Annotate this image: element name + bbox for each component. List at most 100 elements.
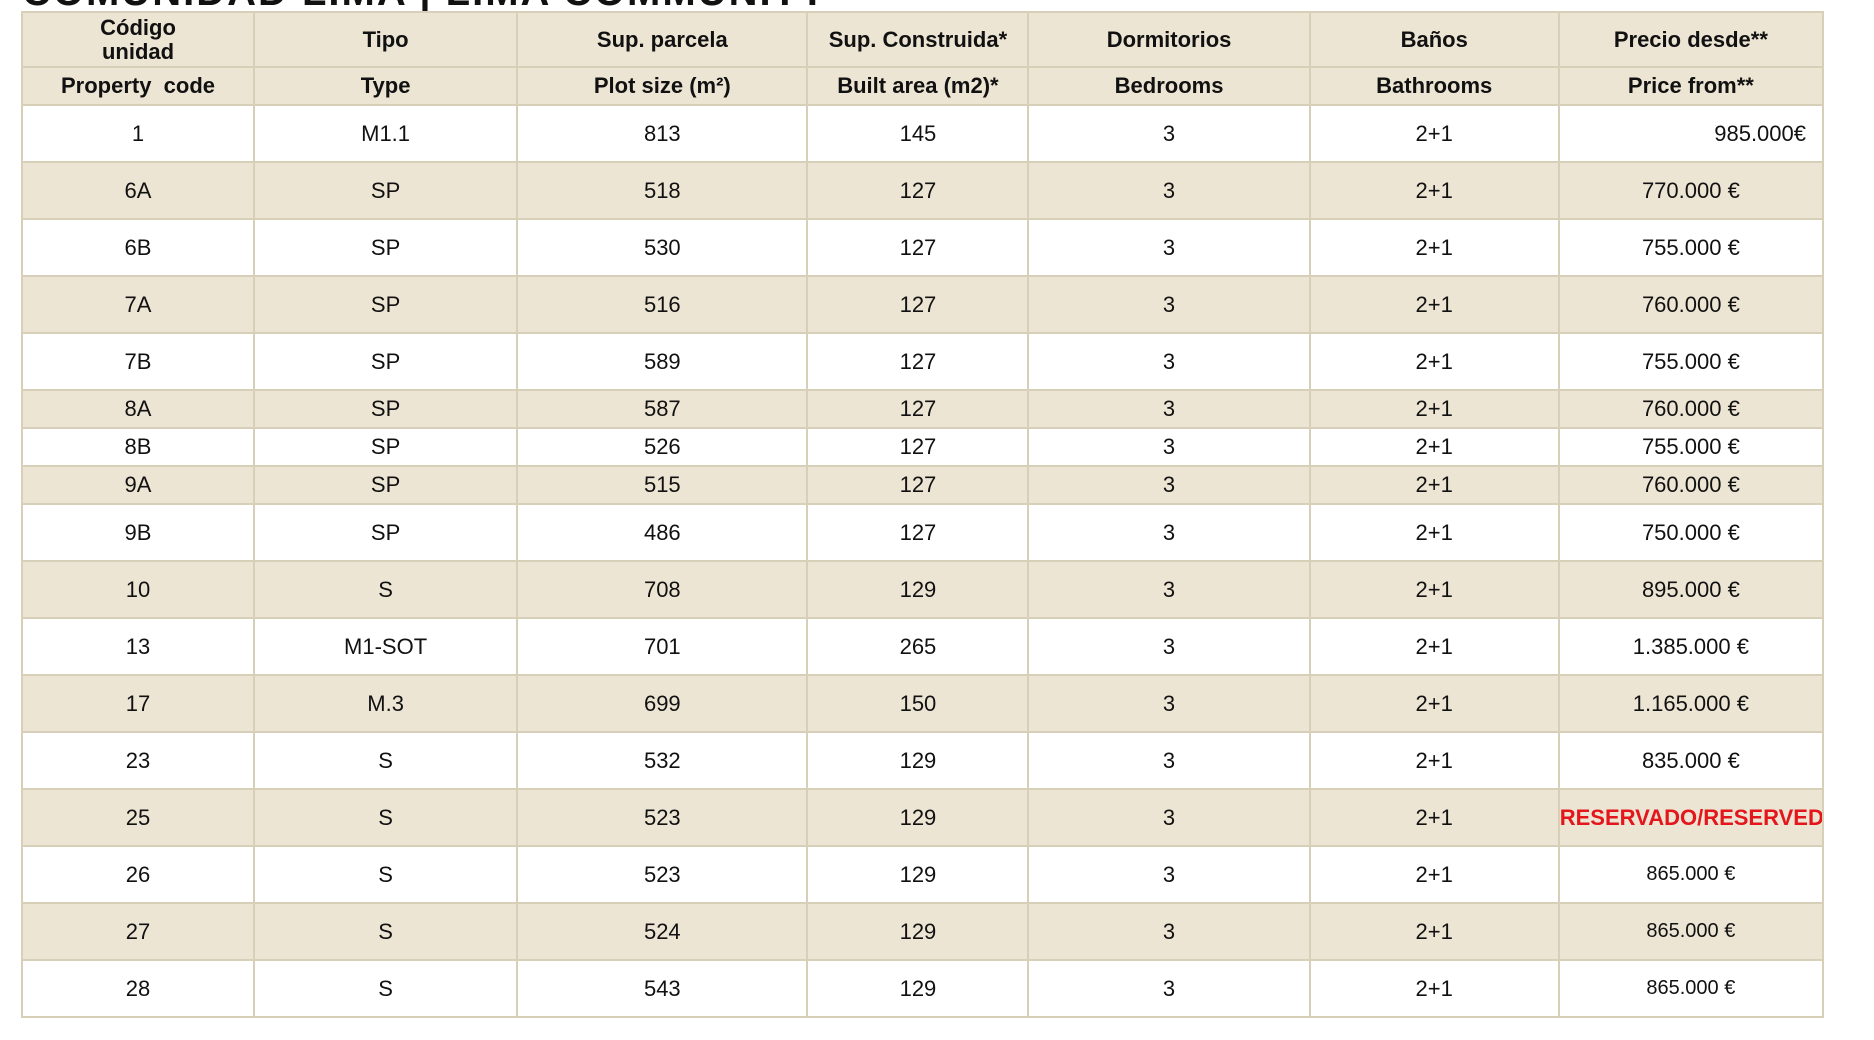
header-type-es: Tipo xyxy=(253,11,519,68)
cell-bedrooms: 3 xyxy=(1027,104,1311,163)
table-row: 1 M1.1 813 145 3 2+1 985.000€ xyxy=(20,104,1825,163)
cell-bathrooms: 2+1 xyxy=(1308,104,1560,163)
cell-type: SP xyxy=(253,503,519,562)
cell-plot-size: 516 xyxy=(516,275,809,334)
cell-plot-size: 486 xyxy=(516,503,809,562)
table-row: 23 S 532 129 3 2+1 835.000 € xyxy=(20,731,1825,790)
cell-built-area: 127 xyxy=(806,389,1030,429)
cell-built-area: 127 xyxy=(806,503,1030,562)
cell-bathrooms: 2+1 xyxy=(1308,788,1560,847)
cell-code: 1 xyxy=(20,104,256,163)
cell-price: 865.000 € xyxy=(1557,959,1825,1018)
table-row: 26 S 523 129 3 2+1 865.000 € xyxy=(20,845,1825,904)
cell-bedrooms: 3 xyxy=(1027,161,1311,220)
table-row: 8A SP 587 127 3 2+1 760.000 € xyxy=(20,389,1825,429)
cell-built-area: 129 xyxy=(806,560,1030,619)
cell-bathrooms: 2+1 xyxy=(1308,389,1560,429)
cell-type: S xyxy=(253,959,519,1018)
cell-built-area: 129 xyxy=(806,845,1030,904)
cell-bedrooms: 3 xyxy=(1027,959,1311,1018)
header-price-en: Price from** xyxy=(1557,66,1825,106)
units-table: Código unidad Tipo Sup. parcela Sup. Con… xyxy=(20,11,1825,1018)
cell-plot-size: 526 xyxy=(516,427,809,467)
cell-built-area: 127 xyxy=(806,332,1030,391)
cell-code: 17 xyxy=(20,674,256,733)
table-row: 13 M1-SOT 701 265 3 2+1 1.385.000 € xyxy=(20,617,1825,676)
cell-bedrooms: 3 xyxy=(1027,389,1311,429)
cell-type: SP xyxy=(253,465,519,505)
cell-plot-size: 532 xyxy=(516,731,809,790)
cell-price: 985.000€ xyxy=(1557,104,1825,163)
cell-bedrooms: 3 xyxy=(1027,617,1311,676)
table-row: 17 M.3 699 150 3 2+1 1.165.000 € xyxy=(20,674,1825,733)
header-built-es: Sup. Construida* xyxy=(806,11,1030,68)
header-bedrooms-es: Dormitorios xyxy=(1027,11,1311,68)
cell-bedrooms: 3 xyxy=(1027,503,1311,562)
cell-built-area: 150 xyxy=(806,674,1030,733)
cell-price: 1.385.000 € xyxy=(1557,617,1825,676)
cell-bathrooms: 2+1 xyxy=(1308,959,1560,1018)
cell-built-area: 127 xyxy=(806,427,1030,467)
table-row: 9A SP 515 127 3 2+1 760.000 € xyxy=(20,465,1825,505)
cell-code: 7B xyxy=(20,332,256,391)
cell-bedrooms: 3 xyxy=(1027,218,1311,277)
table-row: 7B SP 589 127 3 2+1 755.000 € xyxy=(20,332,1825,391)
header-bathrooms-en: Bathrooms xyxy=(1308,66,1560,106)
cell-bathrooms: 2+1 xyxy=(1308,332,1560,391)
cell-built-area: 127 xyxy=(806,465,1030,505)
cell-bedrooms: 3 xyxy=(1027,902,1311,961)
cell-bathrooms: 2+1 xyxy=(1308,902,1560,961)
cell-built-area: 129 xyxy=(806,731,1030,790)
cell-price: 755.000 € xyxy=(1557,332,1825,391)
cell-type: S xyxy=(253,731,519,790)
cell-type: M1.1 xyxy=(253,104,519,163)
cell-code: 28 xyxy=(20,959,256,1018)
cell-plot-size: 518 xyxy=(516,161,809,220)
cell-bathrooms: 2+1 xyxy=(1308,503,1560,562)
cell-bathrooms: 2+1 xyxy=(1308,674,1560,733)
cell-built-area: 127 xyxy=(806,218,1030,277)
cell-price: 835.000 € xyxy=(1557,731,1825,790)
table-row: 8B SP 526 127 3 2+1 755.000 € xyxy=(20,427,1825,467)
cell-type: SP xyxy=(253,427,519,467)
cell-bedrooms: 3 xyxy=(1027,275,1311,334)
header-row-spanish: Código unidad Tipo Sup. parcela Sup. Con… xyxy=(20,11,1825,68)
cell-code: 27 xyxy=(20,902,256,961)
cell-plot-size: 523 xyxy=(516,788,809,847)
header-row-english: Property code Type Plot size (m²) Built … xyxy=(20,66,1825,106)
cell-built-area: 145 xyxy=(806,104,1030,163)
cell-built-area: 265 xyxy=(806,617,1030,676)
header-plot-es: Sup. parcela xyxy=(516,11,809,68)
cell-price-reserved: RESERVADO/RESERVED xyxy=(1557,788,1825,847)
cell-type: S xyxy=(253,788,519,847)
cell-bathrooms: 2+1 xyxy=(1308,465,1560,505)
cell-bathrooms: 2+1 xyxy=(1308,427,1560,467)
table-row: 9B SP 486 127 3 2+1 750.000 € xyxy=(20,503,1825,562)
cell-code: 23 xyxy=(20,731,256,790)
cell-type: SP xyxy=(253,161,519,220)
cell-bedrooms: 3 xyxy=(1027,560,1311,619)
table-row: 6A SP 518 127 3 2+1 770.000 € xyxy=(20,161,1825,220)
cell-plot-size: 589 xyxy=(516,332,809,391)
table-row: 28 S 543 129 3 2+1 865.000 € xyxy=(20,959,1825,1018)
price-list-page: COMUNIDAD LIMA | LIMA COMMUNITY Código u… xyxy=(0,0,1874,1040)
header-bathrooms-es: Baños xyxy=(1308,11,1560,68)
header-plot-en: Plot size (m²) xyxy=(516,66,809,106)
cell-plot-size: 708 xyxy=(516,560,809,619)
cell-code: 8A xyxy=(20,389,256,429)
header-code-es: Código unidad xyxy=(20,11,256,68)
header-bedrooms-en: Bedrooms xyxy=(1027,66,1311,106)
cell-price: 865.000 € xyxy=(1557,902,1825,961)
header-code-en: Property code xyxy=(20,66,256,106)
cell-type: M.3 xyxy=(253,674,519,733)
cell-code: 13 xyxy=(20,617,256,676)
cell-type: SP xyxy=(253,218,519,277)
cell-type: S xyxy=(253,902,519,961)
cell-price: 760.000 € xyxy=(1557,275,1825,334)
cell-bathrooms: 2+1 xyxy=(1308,218,1560,277)
cell-code: 7A xyxy=(20,275,256,334)
header-built-en: Built area (m2)* xyxy=(806,66,1030,106)
cell-plot-size: 543 xyxy=(516,959,809,1018)
units-table-body: 1 M1.1 813 145 3 2+1 985.000€ 6A SP 518 127 3 2+1 770… xyxy=(20,104,1825,1018)
table-row: 27 S 524 129 3 2+1 865.000 € xyxy=(20,902,1825,961)
